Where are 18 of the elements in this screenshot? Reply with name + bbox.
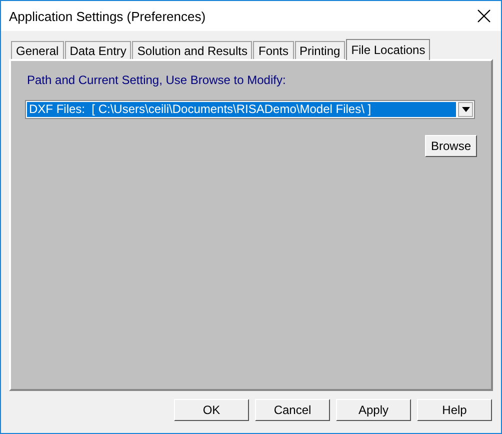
dropdown-value: DXF Files: [ C:\Users\ceili\Documents\RISADemo\Model Files\ ] (27, 102, 456, 117)
dialog-button[interactable]: Help (417, 399, 492, 421)
dropdown-arrow-button[interactable] (458, 102, 473, 117)
tab[interactable]: Printing (294, 41, 346, 59)
path-dropdown[interactable]: DXF Files: [ C:\Users\ceili\Documents\RISADemo\Model Files\ ] (25, 100, 475, 119)
dialog-button[interactable]: Apply (336, 399, 411, 421)
dialog-button[interactable]: Cancel (255, 399, 330, 421)
dialog-button[interactable]: OK (174, 399, 249, 421)
caret-icon (462, 107, 470, 112)
window-title: Application Settings (Preferences) (9, 8, 206, 24)
tab[interactable]: Solution and Results (132, 41, 252, 59)
tab[interactable]: Data Entry (64, 41, 132, 59)
tab[interactable]: File Locations (346, 39, 430, 60)
path-label: Path and Current Setting, Use Browse to Modify: (27, 73, 287, 87)
tab[interactable]: General (11, 41, 64, 59)
browse-button[interactable]: Browse (424, 135, 477, 157)
close-icon[interactable] (477, 9, 491, 23)
tab[interactable]: Fonts (253, 41, 294, 59)
